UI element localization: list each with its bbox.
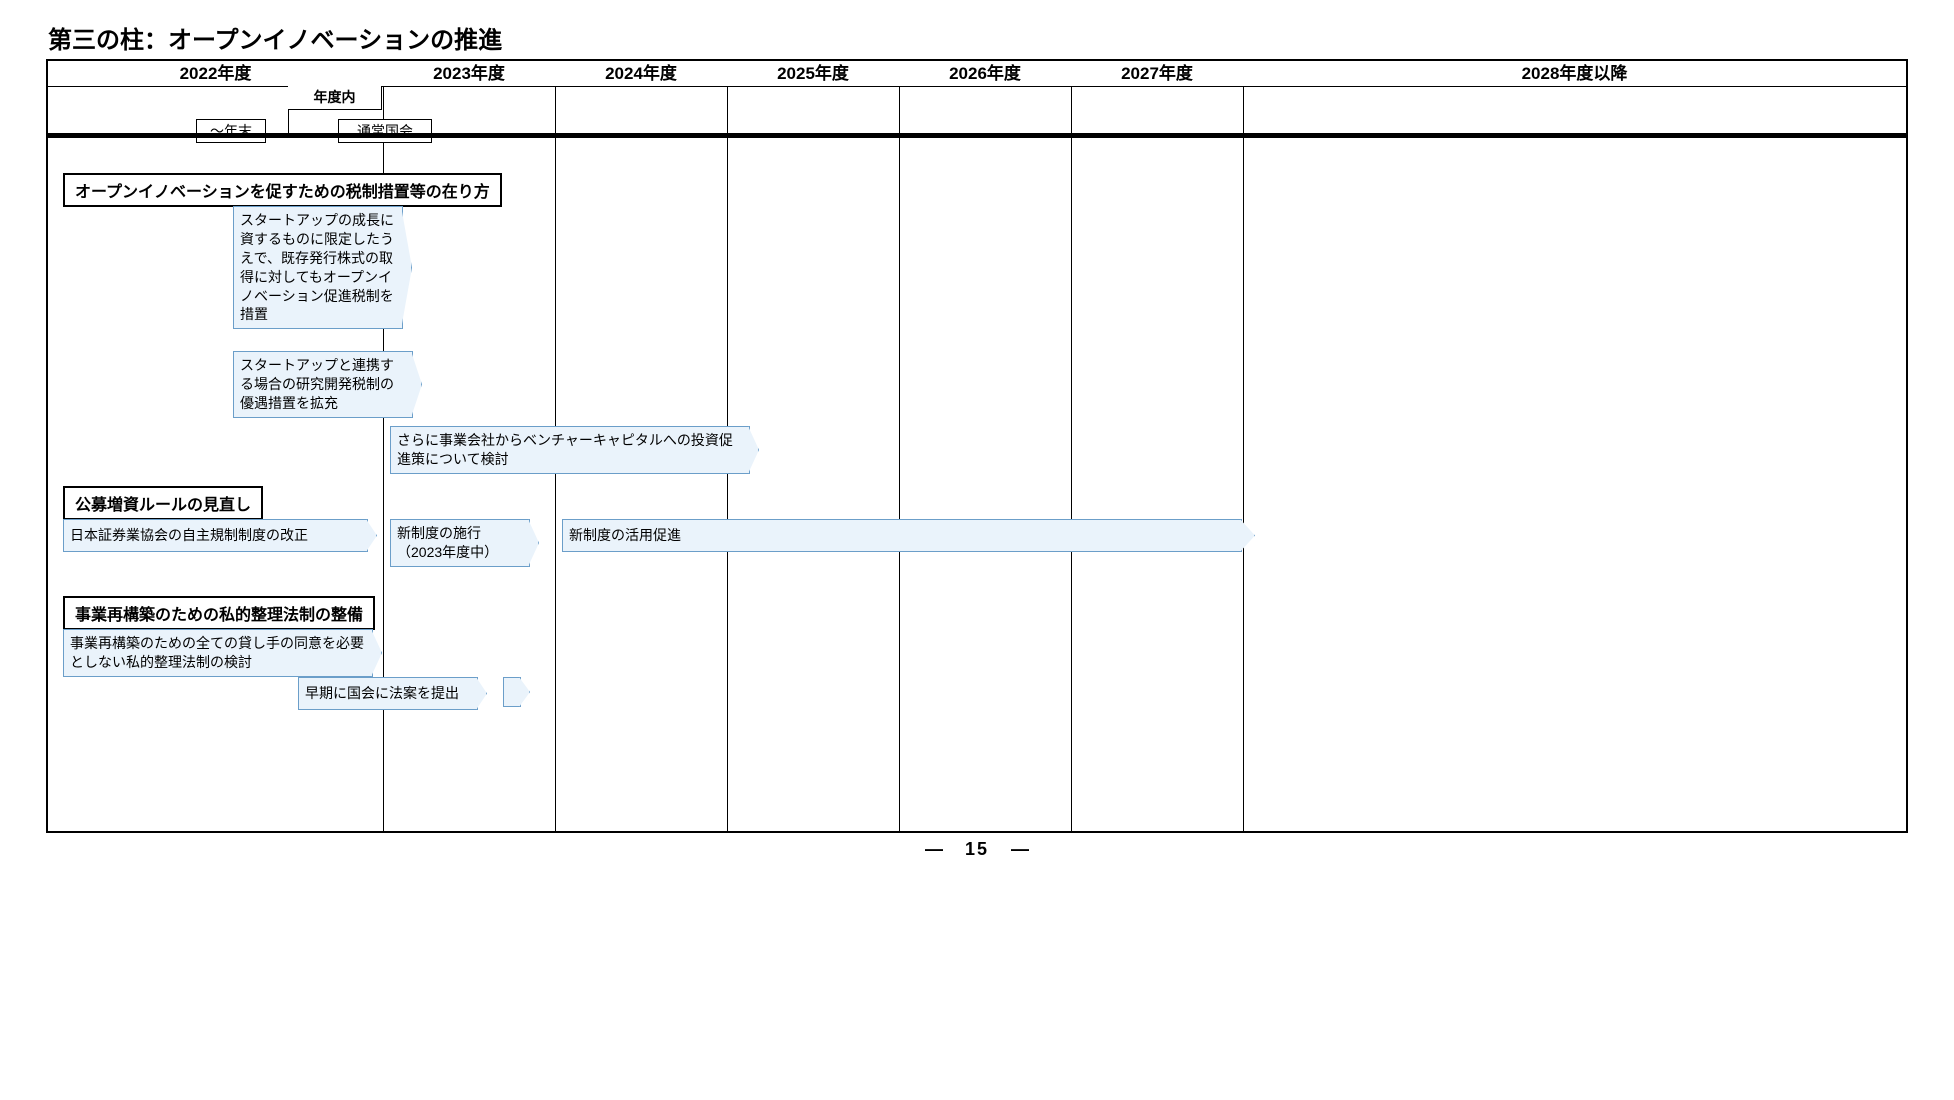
- col-head-2023: 2023年度: [383, 61, 555, 86]
- body-divider: [48, 133, 1906, 138]
- s3-item1: 事業再構築のための全ての貸し手の同意を必要としない私的整理法制の検討: [63, 629, 373, 677]
- col-head-2026: 2026年度: [899, 61, 1071, 86]
- section1-title: オープンイノベーションを促すための税制措置等の在り方: [63, 173, 502, 207]
- col-head-2024: 2024年度: [555, 61, 727, 86]
- s3-item2: 早期に国会に法案を提出: [298, 677, 478, 710]
- col-head-2025: 2025年度: [727, 61, 899, 86]
- col-head-2028plus: 2028年度以降: [1243, 61, 1906, 86]
- s2-item2: 新制度の施行（2023年度中）: [390, 519, 530, 567]
- s3-item2-continuation-arrow: [503, 677, 521, 707]
- page-number: ―15―: [20, 839, 1934, 860]
- subhead-in-year: 年度内: [288, 86, 382, 110]
- col-head-2022: 2022年度: [48, 61, 383, 86]
- col-head-2027: 2027年度: [1071, 61, 1243, 86]
- s1-item2: スタートアップと連携する場合の研究開発税制の優遇措置を拡充: [233, 351, 413, 418]
- s2-item1: 日本証券業協会の自主規制制度の改正: [63, 519, 368, 552]
- subhead-by-year-end: ～年末: [196, 119, 266, 143]
- s2-item3: 新制度の活用促進: [562, 519, 1242, 552]
- section2-title: 公募増資ルールの見直し: [63, 486, 263, 520]
- section3-title: 事業再構築のための私的整理法制の整備: [63, 596, 375, 630]
- s1-item3: さらに事業会社からベンチャーキャピタルへの投資促進策について検討: [390, 426, 750, 474]
- subhead-diet: 通常国会: [338, 119, 432, 143]
- s1-item1: スタートアップの成長に資するものに限定したうえで、既存発行株式の取得に対してもオ…: [233, 206, 403, 329]
- year-header-row: 2022年度 2023年度 2024年度 2025年度 2026年度 2027年…: [48, 61, 1906, 87]
- roadmap-chart: 2022年度 2023年度 2024年度 2025年度 2026年度 2027年…: [46, 59, 1908, 833]
- page-title: 第三の柱：オープンイノベーションの推進: [48, 20, 1934, 55]
